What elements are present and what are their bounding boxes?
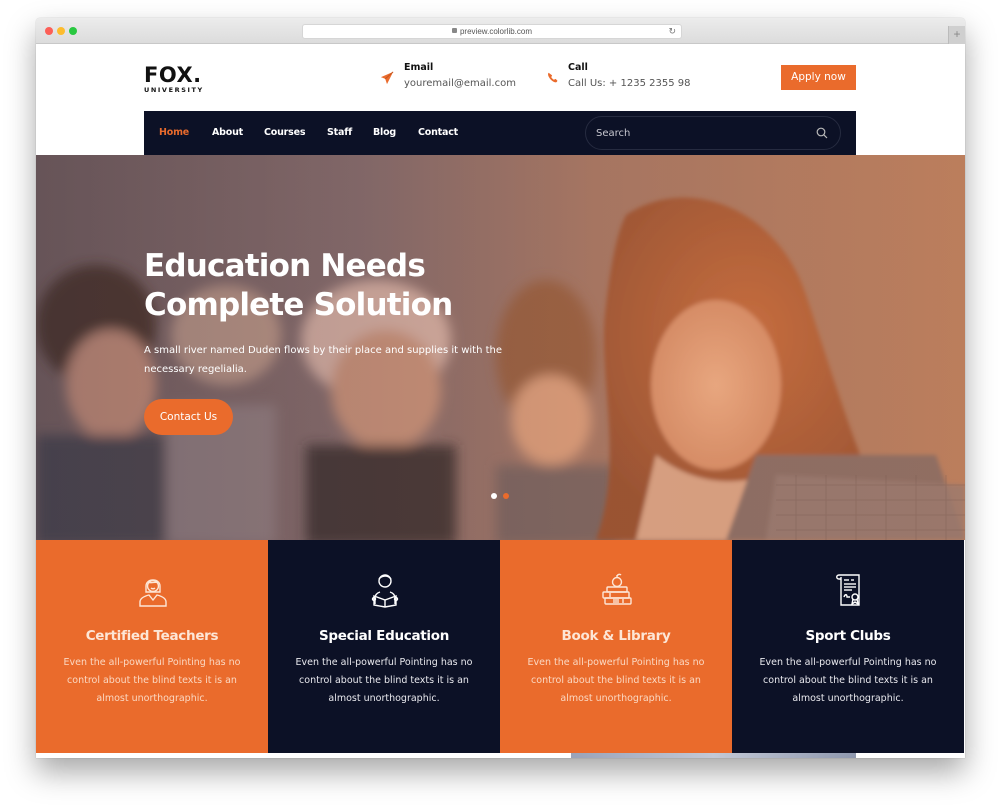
feature-text: Even the all-powerful Pointing has no co… [759,657,937,704]
contact-us-button[interactable]: Contact Us [144,399,233,435]
maximize-window-button[interactable] [69,27,77,35]
hero-subtitle: A small river named Duden flows by their… [144,345,503,375]
address-bar[interactable]: preview.colorlib.com ↻ [302,24,682,39]
certificate-icon [836,574,860,606]
nav-item-staff[interactable]: Staff [327,111,352,155]
apply-now-button[interactable]: Apply now [781,65,856,90]
slider-dot-1[interactable] [491,493,497,499]
new-tab-button[interactable]: + [948,26,965,44]
hero-title-line1: Education Needs [144,248,426,284]
feature-card-sport-clubs: Sport Clubs Even the all-powerful Pointi… [732,540,964,753]
nav-item-contact[interactable]: Contact [418,111,458,155]
lock-icon [451,28,457,34]
feature-text: Even the all-powerful Pointing has no co… [527,657,705,704]
minimize-window-button[interactable] [57,27,65,35]
call-label: Call [568,62,588,73]
feature-title: Sport Clubs [805,628,891,644]
feature-title: Certified Teachers [85,628,219,644]
logo-sub: UNIVERSITY [144,86,204,94]
hero-title: Education Needs Complete Solution [144,247,544,325]
reload-icon[interactable]: ↻ [668,25,676,38]
url-text: preview.colorlib.com [459,27,533,36]
books-apple-icon [602,573,632,605]
nav-item-blog[interactable]: Blog [373,111,396,155]
student-reading-icon [371,574,399,608]
close-window-button[interactable] [45,27,53,35]
logo[interactable]: FOX. UNIVERSITY [144,64,204,94]
call-value[interactable]: Call Us: + 1235 2355 98 [568,75,690,93]
main-nav: Home About Courses Staff Blog Contact [144,111,856,155]
feature-text: Even the all-powerful Pointing has no co… [295,657,473,704]
next-section-image-edge [571,753,856,758]
feature-text: Even the all-powerful Pointing has no co… [63,657,241,704]
feature-card-special-education: Special Education Even the all-powerful … [268,540,500,753]
search-icon[interactable] [816,127,828,139]
browser-titlebar: preview.colorlib.com ↻ + [36,18,965,44]
page: FOX. UNIVERSITY Email youremail@email.co… [36,44,965,758]
logo-main: FOX. [144,63,202,87]
nav-item-courses[interactable]: Courses [264,111,306,155]
hero-title-line2: Complete Solution [144,287,453,323]
feature-card-certified-teachers: Certified Teachers Even the all-powerful… [36,540,268,753]
phone-icon [548,72,558,83]
email-label: Email [404,62,434,73]
feature-title: Special Education [318,628,450,644]
nav-item-about[interactable]: About [212,111,243,155]
browser-window: preview.colorlib.com ↻ + FOX. UNIVERSITY… [36,18,965,758]
hero-slider: Education Needs Complete Solution A smal… [36,155,965,540]
slider-dot-2[interactable] [503,493,509,499]
feature-title: Book & Library [561,628,671,644]
feature-card-book-library: Book & Library Even the all-powerful Poi… [500,540,732,753]
nav-item-home[interactable]: Home [159,111,189,155]
teacher-icon [139,579,167,607]
paper-plane-icon [380,71,394,85]
search-input[interactable] [596,117,806,149]
email-value[interactable]: youremail@email.com [404,75,516,93]
features-section: Certified Teachers Even the all-powerful… [36,540,965,753]
search-box [585,116,841,150]
